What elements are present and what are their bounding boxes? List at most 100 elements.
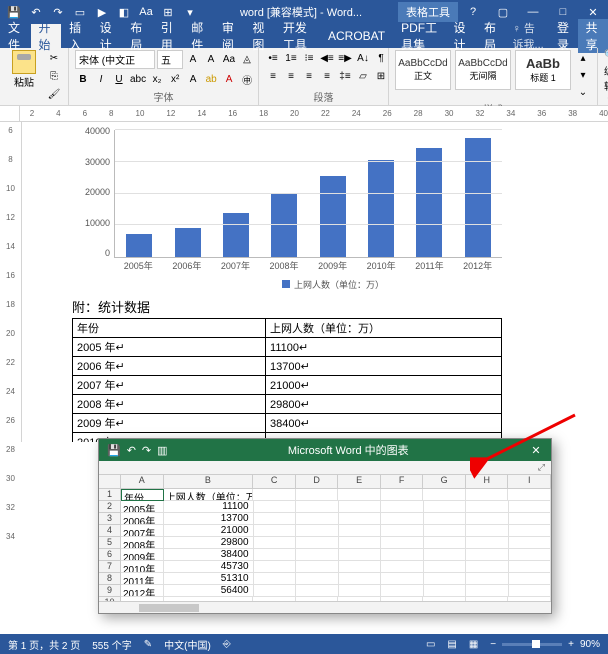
tab-insert[interactable]: 插入	[61, 24, 92, 48]
multilevel-icon[interactable]: ⁝≡	[301, 50, 317, 66]
excel-grid[interactable]: 12345678910 ABCDEFGHI 年份上网人数（单位：万）2005年1…	[99, 475, 551, 601]
excel-close-icon[interactable]: ✕	[521, 444, 551, 457]
status-page[interactable]: 第 1 页，共 2 页	[8, 637, 80, 652]
table-cell[interactable]: 2005 年↵	[73, 338, 266, 357]
view-print-icon[interactable]: ▤	[447, 639, 456, 650]
table-row[interactable]: 2008 年↵29800↵	[73, 395, 502, 414]
excel-redo-icon[interactable]: ↷	[142, 444, 151, 457]
enclose-char-icon[interactable]: ㊥	[239, 71, 255, 87]
line-spacing-icon[interactable]: ‡≡	[337, 68, 353, 84]
table-row[interactable]: 2006 年↵13700↵	[73, 357, 502, 376]
change-case-icon[interactable]: Aa	[221, 52, 237, 68]
styles-up-icon[interactable]: ▴	[575, 50, 591, 66]
align-right-icon[interactable]: ≡	[301, 68, 317, 84]
tab-file[interactable]: 文件	[0, 24, 31, 48]
excel-datasheet-popup[interactable]: 💾 ↶ ↷ ▥ Microsoft Word 中的图表 ✕ ⤢ 12345678…	[98, 438, 552, 614]
format-painter-icon[interactable]: 🖌	[46, 86, 62, 102]
tab-design[interactable]: 设计	[92, 24, 123, 48]
zoom-slider[interactable]	[502, 643, 562, 646]
text-effect-icon[interactable]: A	[185, 71, 201, 87]
table-cell[interactable]: 2007 年↵	[73, 376, 266, 395]
excel-row[interactable]: 年份上网人数（单位：万）	[121, 489, 551, 501]
style-nospacing[interactable]: AaBbCcDd 无间隔	[455, 50, 511, 90]
style-normal[interactable]: AaBbCcDd 正文	[395, 50, 451, 90]
copy-icon[interactable]: ⎘	[46, 68, 62, 84]
align-left-icon[interactable]: ≡	[265, 68, 281, 84]
style-heading1[interactable]: AaBb 标题 1	[515, 50, 571, 90]
page[interactable]: 400003000020000100000 2005年2006年2007年200…	[22, 122, 608, 442]
excel-row[interactable]: 2010年45730	[121, 561, 551, 573]
table-cell[interactable]: 29800↵	[266, 395, 502, 414]
data-table[interactable]: 年份 上网人数（单位：万） 2005 年↵11100↵2006 年↵13700↵…	[72, 318, 502, 442]
shrink-font-icon[interactable]: A	[203, 52, 219, 68]
shading-icon[interactable]: ▱	[355, 68, 371, 84]
tab-home[interactable]: 开始	[31, 24, 62, 48]
tab-table-design[interactable]: 设计	[445, 24, 476, 48]
table-cell[interactable]: 21000↵	[266, 376, 502, 395]
excel-row[interactable]: 2005年11100	[121, 501, 551, 513]
font-color-icon[interactable]: A	[221, 71, 237, 87]
table-cell[interactable]: 2009 年↵	[73, 414, 266, 433]
editing-button[interactable]: 🔍 编辑 ▾	[604, 50, 608, 106]
table-cell[interactable]: 38400↵	[266, 414, 502, 433]
underline-icon[interactable]: U	[111, 71, 127, 87]
justify-icon[interactable]: ≡	[319, 68, 335, 84]
table-cell[interactable]: 13700↵	[266, 357, 502, 376]
excel-row[interactable]: 2012年56400	[121, 585, 551, 597]
table-row[interactable]: 2005 年↵11100↵	[73, 338, 502, 357]
status-lang[interactable]: 中文(中国)	[164, 637, 211, 652]
font-name-select[interactable]: 宋体 (中文正	[75, 50, 155, 69]
excel-row[interactable]: 2006年13700	[121, 513, 551, 525]
view-web-icon[interactable]: ▦	[469, 639, 478, 650]
excel-row[interactable]: 2011年51310	[121, 573, 551, 585]
cut-icon[interactable]: ✂	[46, 50, 62, 66]
excel-row[interactable]: 2008年29800	[121, 537, 551, 549]
show-marks-icon[interactable]: ¶	[373, 50, 389, 66]
view-read-icon[interactable]: ▭	[426, 639, 435, 650]
table-cell[interactable]: 2008 年↵	[73, 395, 266, 414]
vertical-ruler[interactable]: 6810121416182022242628303234	[0, 122, 22, 442]
table-cell[interactable]: 11100↵	[266, 338, 502, 357]
bold-icon[interactable]: B	[75, 71, 91, 87]
excel-chart-icon[interactable]: ▥	[157, 444, 167, 457]
tab-acrobat[interactable]: ACROBAT	[320, 24, 393, 48]
status-words[interactable]: 555 个字	[92, 637, 131, 652]
styles-more-icon[interactable]: ⌄	[575, 84, 591, 100]
excel-row[interactable]: 2007年21000	[121, 525, 551, 537]
status-insert-icon[interactable]: ⎆	[223, 639, 231, 650]
tab-mail[interactable]: 邮件	[183, 24, 214, 48]
font-size-select[interactable]: 五	[157, 50, 183, 69]
status-proof-icon[interactable]: ✎	[144, 639, 152, 650]
zoom-control[interactable]: − + 90%	[490, 639, 600, 650]
grow-font-icon[interactable]: A	[185, 52, 201, 68]
tell-me[interactable]: ♀ 告诉我...	[507, 20, 551, 52]
horizontal-ruler[interactable]: 246810121416182022242628303234363840	[0, 106, 608, 122]
excel-row[interactable]: 2009年38400	[121, 549, 551, 561]
align-center-icon[interactable]: ≡	[283, 68, 299, 84]
tab-table-layout[interactable]: 布局	[476, 24, 507, 48]
borders-icon[interactable]: ⊞	[373, 68, 389, 84]
zoom-in-icon[interactable]: +	[568, 639, 574, 650]
zoom-out-icon[interactable]: −	[490, 639, 496, 650]
bullets-icon[interactable]: •≡	[265, 50, 281, 66]
numbering-icon[interactable]: 1≡	[283, 50, 299, 66]
styles-down-icon[interactable]: ▾	[575, 67, 591, 83]
strike-icon[interactable]: abc	[129, 71, 147, 87]
table-row[interactable]: 2009 年↵38400↵	[73, 414, 502, 433]
subscript-icon[interactable]: x₂	[149, 71, 165, 87]
zoom-level[interactable]: 90%	[580, 639, 600, 650]
paste-button[interactable]: 粘贴	[6, 50, 42, 89]
superscript-icon[interactable]: x²	[167, 71, 183, 87]
table-row[interactable]: 2007 年↵21000↵	[73, 376, 502, 395]
italic-icon[interactable]: I	[93, 71, 109, 87]
tab-review[interactable]: 审阅	[214, 24, 245, 48]
tab-view[interactable]: 视图	[244, 24, 275, 48]
tab-layout[interactable]: 布局	[122, 24, 153, 48]
tab-references[interactable]: 引用	[153, 24, 184, 48]
chart[interactable]: 400003000020000100000 2005年2006年2007年200…	[72, 126, 502, 276]
excel-save-icon[interactable]: 💾	[107, 444, 121, 457]
tab-developer[interactable]: 开发工具	[275, 24, 320, 48]
sort-icon[interactable]: A↓	[355, 50, 371, 66]
excel-scrollbar[interactable]	[99, 601, 551, 613]
excel-expand-icon[interactable]: ⤢	[538, 462, 545, 473]
